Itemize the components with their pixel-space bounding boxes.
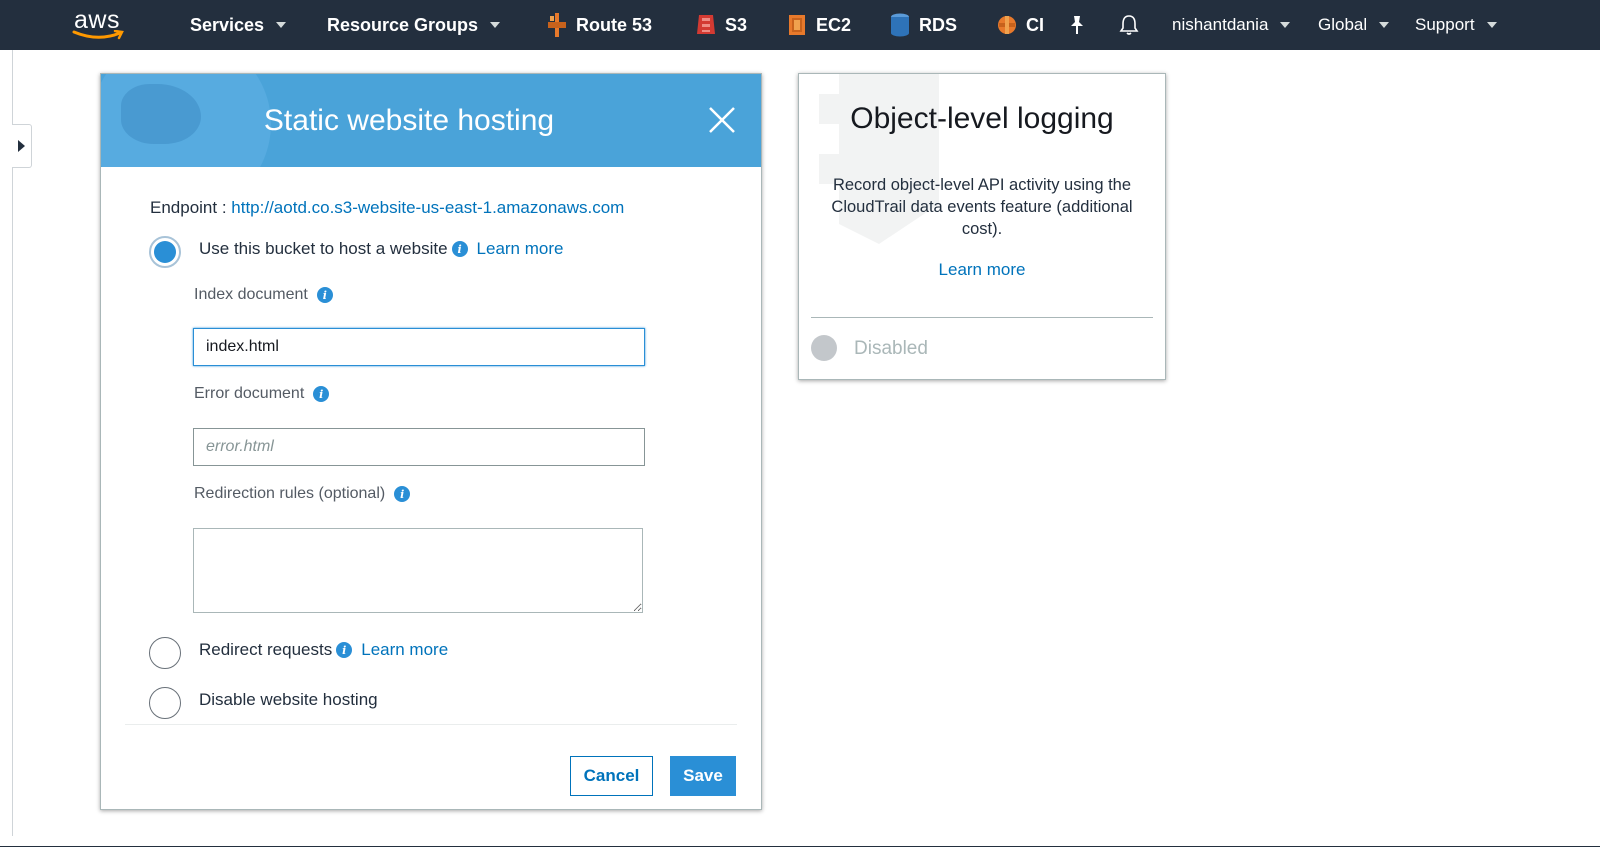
shortcut-cloudfront[interactable]: CI xyxy=(996,0,1044,50)
redirect-requests-radio[interactable] xyxy=(149,637,181,669)
chevron-down-icon xyxy=(1486,22,1497,28)
support-label: Support xyxy=(1415,15,1475,34)
shortcut-label: Route 53 xyxy=(576,14,653,35)
route53-icon xyxy=(548,13,566,37)
cancel-button[interactable]: Cancel xyxy=(570,756,653,796)
index-document-label: Index document xyxy=(194,286,308,303)
error-document-label: Error document xyxy=(194,385,305,402)
error-document-label-row: Error document i xyxy=(194,384,330,404)
status-indicator-icon xyxy=(811,335,837,361)
page-bottom-border xyxy=(0,846,1600,847)
disable-hosting-radio[interactable] xyxy=(149,687,181,719)
pin-button[interactable] xyxy=(1068,0,1086,50)
learn-more-link[interactable]: Learn more xyxy=(361,640,448,660)
top-navigation-bar: aws Services Resource Groups Route 53 S3 xyxy=(0,0,1600,50)
shortcut-label: RDS xyxy=(919,14,958,35)
redirect-requests-label: Redirect requests xyxy=(199,640,333,659)
info-icon[interactable]: i xyxy=(313,386,330,402)
redirection-rules-textarea[interactable] xyxy=(193,528,643,613)
resource-groups-label: Resource Groups xyxy=(327,14,479,35)
aws-smile-icon xyxy=(72,30,124,40)
s3-icon xyxy=(697,15,715,34)
object-level-logging-card[interactable]: Object-level logging Record object-level… xyxy=(798,73,1166,380)
index-document-label-row: Index document i xyxy=(194,285,333,305)
account-name: nishantdania xyxy=(1172,15,1269,34)
endpoint-row: Endpoint : http://aotd.co.s3-website-us-… xyxy=(150,198,624,218)
learn-more-link[interactable]: Learn more xyxy=(477,239,564,259)
info-icon[interactable]: i xyxy=(394,486,411,502)
shortcut-label: EC2 xyxy=(816,14,852,35)
endpoint-label: Endpoint : xyxy=(150,198,232,217)
chevron-down-icon xyxy=(1379,22,1390,28)
error-document-input[interactable] xyxy=(193,428,645,466)
logging-title: Object-level logging xyxy=(850,102,1114,135)
region-label: Global xyxy=(1318,15,1368,34)
disable-hosting-option: Disable website hosting xyxy=(199,689,378,711)
logging-learn-more-row: Learn more xyxy=(799,260,1165,280)
services-label: Services xyxy=(190,14,265,35)
pin-icon xyxy=(1071,16,1083,34)
index-document-input[interactable] xyxy=(193,328,645,366)
aws-logo[interactable]: aws xyxy=(72,6,128,42)
shortcut-label: S3 xyxy=(725,14,748,35)
close-icon[interactable] xyxy=(707,105,737,135)
disable-hosting-label: Disable website hosting xyxy=(199,690,378,709)
chevron-down-icon xyxy=(490,22,501,28)
account-menu[interactable]: nishantdania xyxy=(1172,0,1291,50)
chevron-down-icon xyxy=(1280,22,1291,28)
host-website-option: Use this bucket to host a website i Lear… xyxy=(199,238,563,260)
host-website-label: Use this bucket to host a website xyxy=(199,239,448,258)
save-button[interactable]: Save xyxy=(670,756,736,796)
shortcut-label: CI xyxy=(1026,14,1044,35)
cloudfront-icon xyxy=(998,16,1016,34)
side-panel-toggle[interactable] xyxy=(12,124,32,168)
bell-icon xyxy=(1119,15,1139,35)
shortcut-s3[interactable]: S3 xyxy=(695,0,747,50)
host-website-radio[interactable] xyxy=(149,236,181,268)
shortcut-rds[interactable]: RDS xyxy=(889,0,957,50)
redirection-rules-label-row: Redirection rules (optional) i xyxy=(194,484,411,504)
dialog-header: Static website hosting xyxy=(101,74,761,167)
endpoint-url-link[interactable]: http://aotd.co.s3-website-us-east-1.amaz… xyxy=(231,198,624,217)
shortcut-route53[interactable]: Route 53 xyxy=(546,0,652,50)
dialog-title: Static website hosting xyxy=(263,103,555,137)
chevron-right-icon xyxy=(18,140,25,152)
info-icon[interactable]: i xyxy=(451,241,468,257)
support-menu[interactable]: Support xyxy=(1415,0,1497,50)
shortcut-ec2[interactable]: EC2 xyxy=(786,0,851,50)
region-menu[interactable]: Global xyxy=(1318,0,1390,50)
logging-status: Disabled xyxy=(854,338,928,359)
redirection-rules-label: Redirection rules (optional) xyxy=(194,485,386,502)
redirect-requests-option: Redirect requests i Learn more xyxy=(199,639,448,661)
info-icon[interactable]: i xyxy=(336,642,353,658)
chevron-down-icon xyxy=(276,22,287,28)
dialog-footer-divider xyxy=(125,724,737,725)
rds-icon xyxy=(891,13,909,37)
logging-description: Record object-level API activity using t… xyxy=(831,176,1133,238)
info-icon[interactable]: i xyxy=(316,287,333,303)
notifications-button[interactable] xyxy=(1119,0,1139,50)
logging-divider xyxy=(811,317,1153,318)
resource-groups-menu[interactable]: Resource Groups xyxy=(327,0,501,50)
ec2-icon xyxy=(789,15,805,35)
services-menu[interactable]: Services xyxy=(190,0,287,50)
learn-more-link[interactable]: Learn more xyxy=(939,260,1026,279)
static-website-hosting-dialog: Static website hosting Endpoint : http:/… xyxy=(100,73,762,810)
